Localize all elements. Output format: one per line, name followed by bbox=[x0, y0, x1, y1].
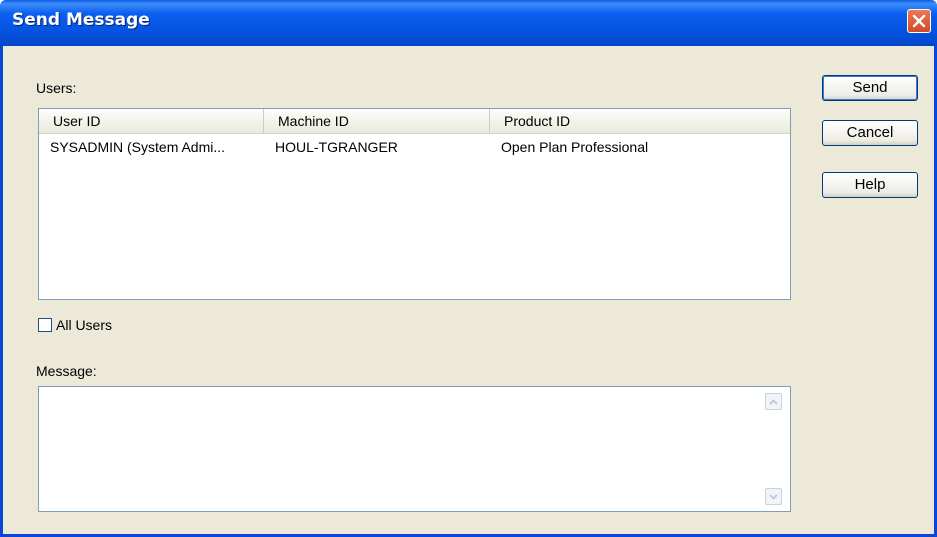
cell-user-id: SYSADMIN (System Admi... bbox=[50, 139, 226, 155]
table-row[interactable]: SYSADMIN (System Admi... HOUL-TGRANGER O… bbox=[39, 136, 790, 158]
all-users-checkbox[interactable] bbox=[38, 318, 52, 332]
scroll-down-button[interactable] bbox=[765, 488, 782, 505]
send-message-dialog: Send Message Users: User ID Machine ID P… bbox=[0, 0, 937, 537]
window-title: Send Message bbox=[12, 10, 150, 30]
scroll-up-button[interactable] bbox=[765, 393, 782, 410]
users-label: Users: bbox=[36, 80, 77, 96]
send-button[interactable]: Send bbox=[822, 75, 918, 101]
help-button[interactable]: Help bbox=[822, 172, 918, 198]
users-list[interactable]: User ID Machine ID Product ID SYSADMIN (… bbox=[38, 108, 791, 300]
all-users-option[interactable]: All Users bbox=[38, 317, 112, 333]
close-button[interactable] bbox=[907, 9, 931, 33]
message-label: Message: bbox=[36, 363, 97, 379]
column-header-machine-id[interactable]: Machine ID bbox=[264, 109, 490, 133]
title-bar[interactable]: Send Message bbox=[0, 0, 937, 46]
users-list-header: User ID Machine ID Product ID bbox=[39, 109, 790, 134]
cell-machine-id: HOUL-TGRANGER bbox=[275, 139, 398, 155]
all-users-label: All Users bbox=[56, 317, 113, 333]
close-icon bbox=[912, 14, 926, 28]
cancel-button[interactable]: Cancel bbox=[822, 120, 918, 146]
chevron-down-icon bbox=[769, 493, 778, 500]
cell-product-id: Open Plan Professional bbox=[501, 139, 649, 155]
column-header-product-id[interactable]: Product ID bbox=[490, 109, 790, 133]
chevron-up-icon bbox=[769, 398, 778, 405]
column-header-user-id[interactable]: User ID bbox=[39, 109, 264, 133]
message-input[interactable] bbox=[38, 386, 791, 512]
